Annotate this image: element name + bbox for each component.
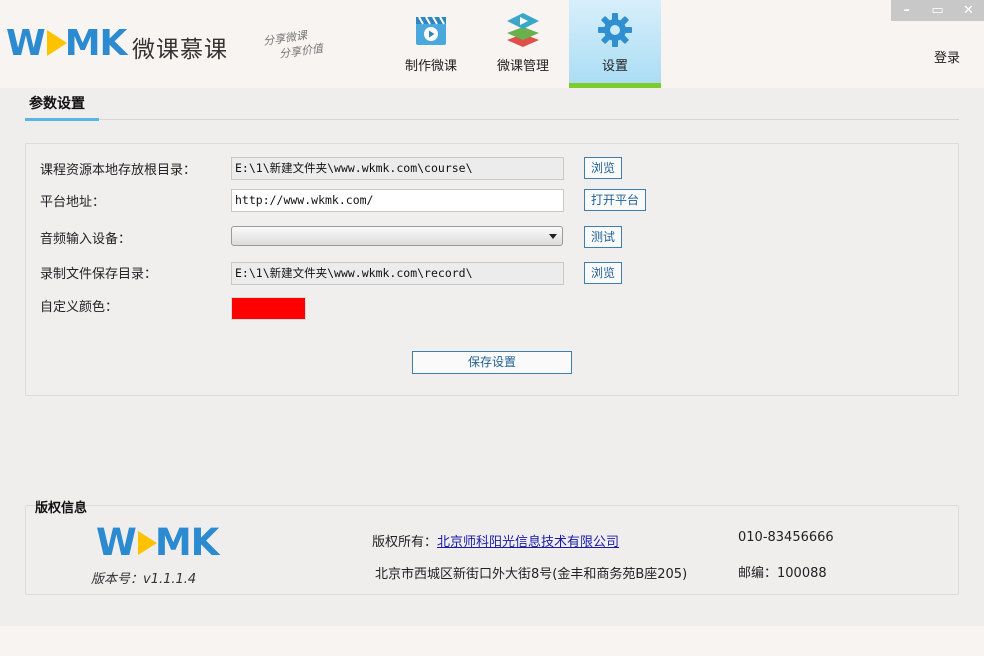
owner-label: 版权所有： (372, 535, 438, 550)
nav-make-microcourse[interactable]: 制作微课 (385, 0, 477, 88)
platform-label: 平台地址： (40, 195, 106, 210)
course-dir-browse-button[interactable]: 浏览 (584, 157, 623, 179)
logo-wordmark-letters-b: MK (64, 23, 128, 64)
save-settings-button[interactable]: 保存设置 (412, 351, 572, 374)
audio-device-select[interactable] (231, 226, 563, 246)
login-link[interactable]: 登录 (934, 47, 960, 66)
copyright-owner: 版权所有：北京师科阳光信息技术有限公司 (372, 531, 619, 550)
version-label: 版本号： (91, 572, 144, 587)
play-icon (46, 30, 67, 56)
nav-course-management[interactable]: 微课管理 (477, 0, 569, 88)
open-platform-button[interactable]: 打开平台 (584, 189, 647, 211)
company-address: 北京市西城区新街口外大街8号(金丰和商务苑B座205) (375, 567, 688, 582)
nav-label: 设置 (601, 59, 628, 74)
gear-icon (598, 13, 632, 47)
app-logo: W MK 微课慕课 分享微课 分享价值 (6, 20, 346, 72)
window-controls: – ▭ ✕ (891, 0, 984, 21)
custom-color-swatch[interactable] (231, 297, 306, 320)
video-camera-icon (416, 16, 446, 45)
logo-name: 微课慕课 (132, 37, 228, 63)
audio-test-button[interactable]: 测试 (584, 226, 623, 248)
record-dir-browse-button[interactable]: 浏览 (584, 262, 623, 284)
platform-url-field[interactable]: http://www.wkmk.com/ (231, 189, 564, 212)
section-title: 参数设置 (29, 96, 85, 112)
logo-wordmark-letters-a: W (6, 23, 46, 64)
version-info: 版本号：v1.1.1.4 (91, 568, 196, 587)
nav-settings[interactable]: 设置 (569, 0, 661, 88)
section-divider (99, 119, 959, 120)
copyright-logo-letters-a: W (96, 521, 137, 564)
record-dir-field[interactable]: E:\1\新建文件夹\www.wkmk.com\record\ (231, 262, 564, 285)
logo-slogan: 分享微课 分享价值 (262, 22, 349, 63)
custom-color-label: 自定义颜色： (40, 300, 119, 315)
audio-device-label: 音频输入设备： (40, 232, 132, 247)
header: W MK 微课慕课 分享微课 分享价值 制作微课 微课管理 设置 – ▭ ✕ 登… (0, 0, 984, 88)
logo-wordmark: W MK (6, 23, 128, 64)
copyright-title: 版权信息 (35, 501, 88, 516)
footer-bar (0, 626, 984, 656)
copyright-logo: W MK (96, 521, 219, 565)
company-link[interactable]: 北京师科阳光信息技术有限公司 (437, 535, 619, 550)
maximize-button[interactable]: ▭ (922, 0, 953, 21)
chevron-down-icon (549, 234, 557, 239)
minimize-button[interactable]: – (891, 0, 922, 21)
course-dir-label: 课程资源本地存放根目录： (40, 163, 197, 178)
close-button[interactable]: ✕ (953, 0, 984, 21)
layers-icon (507, 13, 539, 47)
nav-label: 制作微课 (404, 59, 457, 74)
section-tab-params: 参数设置 (25, 93, 99, 121)
company-postcode: 邮编：100088 (738, 566, 827, 581)
nav-label: 微课管理 (496, 59, 549, 74)
main-nav: 制作微课 微课管理 设置 (385, 0, 661, 88)
record-dir-label: 录制文件保存目录： (40, 267, 158, 282)
course-dir-field[interactable]: E:\1\新建文件夹\www.wkmk.com\course\ (231, 157, 564, 180)
copyright-logo-letters-b: MK (154, 521, 219, 564)
version-value: v1.1.1.4 (143, 572, 197, 587)
company-phone: 010-83456666 (738, 530, 834, 545)
